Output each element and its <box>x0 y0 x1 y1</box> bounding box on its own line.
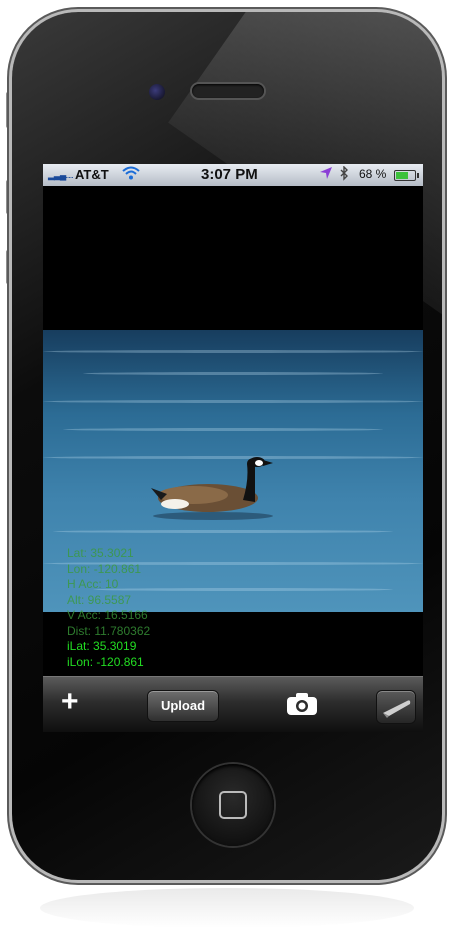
upload-button[interactable]: Upload <box>147 690 219 722</box>
gps-line: Alt: 96.5587 <box>67 592 132 607</box>
status-time: 3:07 PM <box>201 166 258 183</box>
phone-screen: ▂▃▄..... AT&T 3:07 PM 68 % Lat: 35.3021 … <box>43 164 423 732</box>
battery-percent: 68 % <box>359 167 387 181</box>
gps-line: V Acc: 16.5166 <box>67 608 148 622</box>
home-button[interactable] <box>192 764 274 846</box>
front-camera <box>149 84 165 100</box>
signal-icon: ▂▃▄..... <box>48 170 74 180</box>
wifi-icon <box>121 165 141 185</box>
gps-line: H Acc: 10 <box>67 577 119 591</box>
camera-icon[interactable] <box>286 692 318 721</box>
gps-readout: Lat: 35.3021 Lon: -120.861 H Acc: 10 Alt: 9… <box>67 546 150 670</box>
earpiece-speaker <box>192 84 264 98</box>
gps-line: Dist: 11.780362 <box>67 623 151 638</box>
page-curl-icon[interactable] <box>376 690 416 724</box>
bluetooth-icon <box>339 165 349 184</box>
bottom-toolbar: + Upload <box>43 676 423 732</box>
battery-icon <box>394 170 419 181</box>
gps-line: Lon: -120.861 <box>67 561 142 576</box>
gps-line: Lat: 35.3021 <box>67 546 134 560</box>
status-bar: ▂▃▄..... AT&T 3:07 PM 68 % <box>43 164 423 186</box>
home-square-icon <box>219 791 247 819</box>
gps-line: iLat: 35.3019 <box>67 639 137 653</box>
carrier-label: AT&T <box>75 167 109 182</box>
plus-icon[interactable]: + <box>61 687 79 717</box>
phone-reflection <box>40 888 414 928</box>
location-arrow-icon <box>319 166 333 183</box>
battery-fill <box>396 172 409 179</box>
gps-line: iLon: -120.861 <box>67 654 144 669</box>
